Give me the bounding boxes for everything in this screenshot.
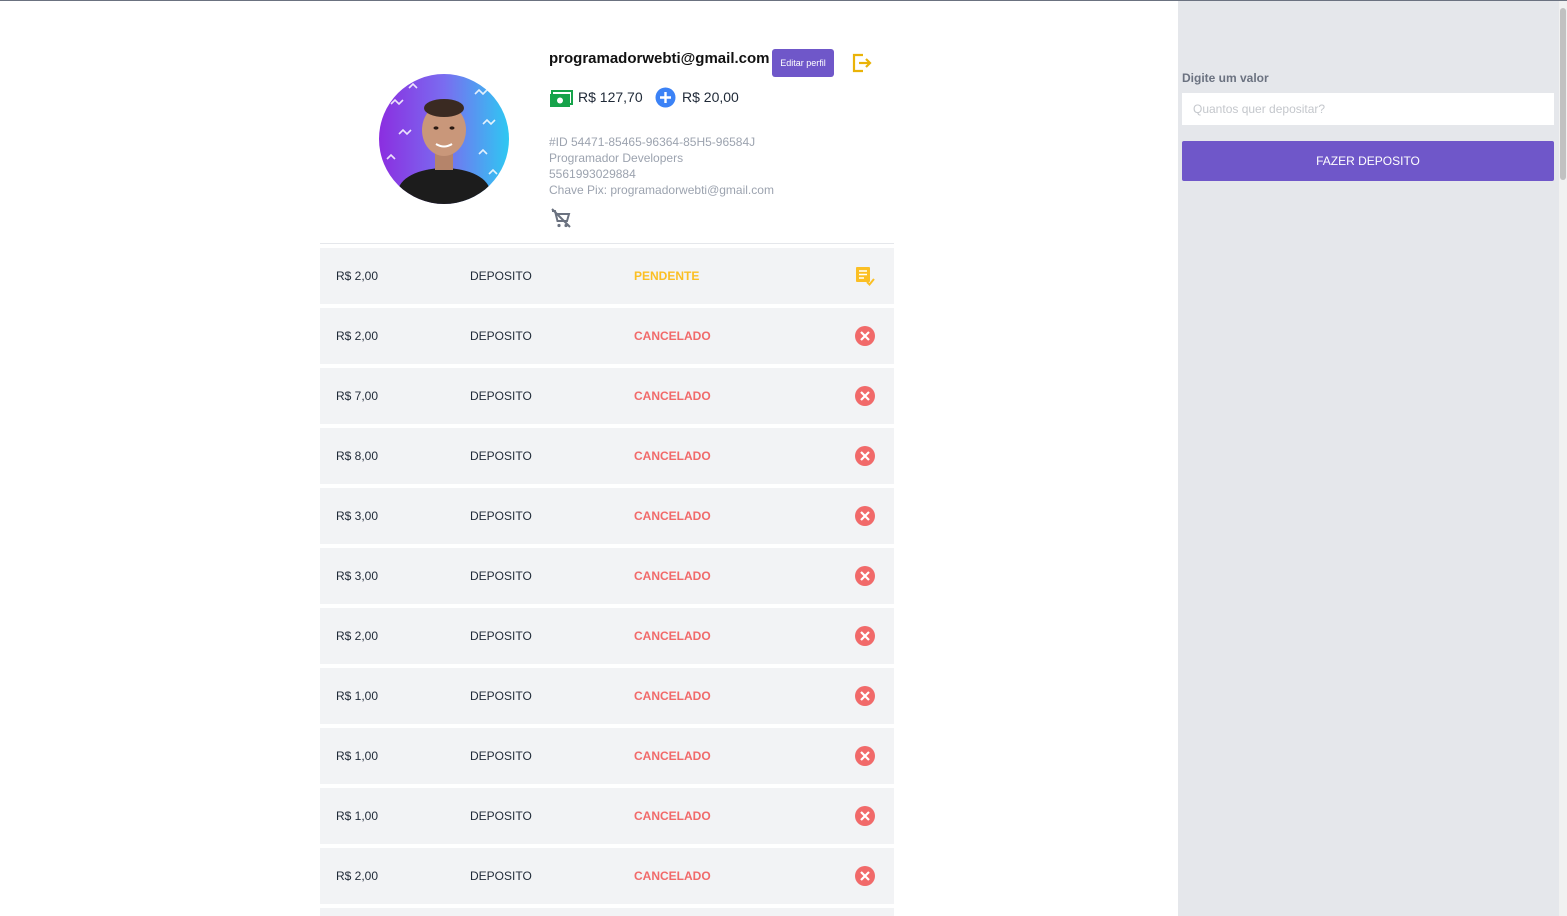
scrollbar-thumb[interactable] [1560,8,1566,180]
transaction-type: DEPOSITO [470,449,532,463]
cancel-icon[interactable] [854,325,876,347]
cancel-icon[interactable] [854,445,876,467]
deposit-sidebar: Digite um valor FAZER DEPOSITO [1178,1,1559,916]
transaction-row: R$ 1,00 DEPOSITO CANCELADO [320,668,894,724]
transaction-amount: R$ 1,00 [336,809,379,823]
transaction-status: PENDENTE [634,269,700,283]
user-id: #ID 54471-85465-96364-85H5-96584J [549,135,756,149]
user-name: Programador Developers [549,151,684,165]
transaction-row: R$ 3,00 DEPOSITO CANCELADO [320,488,894,544]
transaction-amount: R$ 2,00 [336,869,379,883]
transaction-row: R$ 7,00 DEPOSITO CANCELADO [320,368,894,424]
cancel-icon[interactable] [854,805,876,827]
cancel-icon[interactable] [854,865,876,887]
avatar [379,74,509,204]
transaction-row: R$ 2,00 DEPOSITO CANCELADO [320,848,894,904]
cancel-icon[interactable] [854,745,876,767]
divider [320,243,894,244]
transaction-row: R$ 8,00 DEPOSITO CANCELADO [320,428,894,484]
transaction-row: R$ 2,00 DEPOSITO PENDENTE [320,248,894,304]
cancel-icon[interactable] [854,385,876,407]
transaction-status: CANCELADO [634,749,711,763]
transaction-type: DEPOSITO [470,629,532,643]
bonus-amount: R$ 20,00 [682,89,739,105]
transaction-amount: R$ 1,00 [336,749,379,763]
make-deposit-button[interactable]: FAZER DEPOSITO [1182,141,1554,181]
transaction-type: DEPOSITO [470,689,532,703]
receipt-check-icon[interactable] [854,265,876,287]
transaction-row: R$ 3,00 DEPOSITO CANCELADO [320,548,894,604]
transaction-type: DEPOSITO [470,749,532,763]
transaction-row: R$ 1,00 DEPOSITO CANCELADO [320,728,894,784]
transaction-status: CANCELADO [634,389,711,403]
add-balance-icon[interactable] [655,87,676,108]
deposit-amount-input[interactable] [1182,93,1554,125]
transaction-row: R$ 1,00 DEPOSITO CANCELADO [320,788,894,844]
transaction-amount: R$ 2,00 [336,629,379,643]
cancel-icon[interactable] [854,625,876,647]
transaction-type: DEPOSITO [470,329,532,343]
balance-amount: R$ 127,70 [578,89,643,105]
transaction-status: CANCELADO [634,329,711,343]
transaction-type: DEPOSITO [470,569,532,583]
main-content: programadorwebti@gmail.com Editar perfil… [0,1,1178,916]
money-icon [549,88,573,108]
transaction-status: CANCELADO [634,689,711,703]
transaction-status: CANCELADO [634,449,711,463]
transaction-type: DEPOSITO [470,389,532,403]
cancel-icon[interactable] [854,505,876,527]
transaction-amount: R$ 2,00 [336,269,379,283]
transaction-type: DEPOSITO [470,269,532,283]
transaction-amount: R$ 7,00 [336,389,379,403]
transaction-status: CANCELADO [634,509,711,523]
logout-icon[interactable] [851,52,873,74]
cancel-icon[interactable] [854,685,876,707]
deposit-amount-label: Digite um valor [1182,71,1269,85]
cancel-icon[interactable] [854,565,876,587]
transaction-type: DEPOSITO [470,809,532,823]
transaction-amount: R$ 8,00 [336,449,379,463]
cart-off-icon[interactable] [549,206,573,230]
transaction-amount: R$ 3,00 [336,569,379,583]
transaction-status: CANCELADO [634,569,711,583]
transaction-row: R$ 2,00 DEPOSITO CANCELADO [320,608,894,664]
transaction-status: CANCELADO [634,869,711,883]
transaction-amount: R$ 2,00 [336,329,379,343]
user-phone: 5561993029884 [549,167,636,181]
edit-profile-button[interactable]: Editar perfil [772,49,834,77]
transaction-amount: R$ 1,00 [336,689,379,703]
transaction-status: CANCELADO [634,809,711,823]
transaction-type: DEPOSITO [470,869,532,883]
transaction-amount: R$ 3,00 [336,509,379,523]
user-pix-key: Chave Pix: programadorwebti@gmail.com [549,183,774,197]
transaction-status: CANCELADO [634,629,711,643]
transaction-type: DEPOSITO [470,509,532,523]
transaction-row-partial [320,908,894,916]
user-email: programadorwebti@gmail.com [549,50,770,67]
transaction-row: R$ 2,00 DEPOSITO CANCELADO [320,308,894,364]
